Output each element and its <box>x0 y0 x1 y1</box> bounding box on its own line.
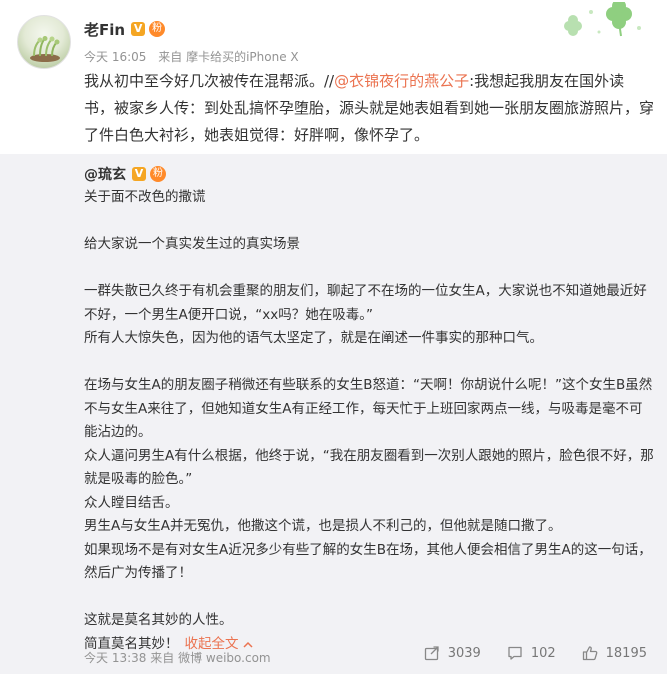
avatar[interactable] <box>17 15 71 69</box>
repost-source[interactable]: 微博 weibo.com <box>178 651 271 665</box>
comment-count: 102 <box>530 645 556 661</box>
share-button[interactable]: 3039 <box>424 645 481 661</box>
post-text: 我从初中至今好几次被传在混帮派。//@衣锦夜行的燕公子:我想起我朋友在国外读书，… <box>84 68 654 149</box>
repost-line: 这就是莫名其妙的人性。 <box>84 612 233 628</box>
post-text-part1: 我从初中至今好几次被传在混帮派。// <box>84 72 335 90</box>
comment-button[interactable]: 102 <box>507 645 556 661</box>
repost-line: 众人瞠目结舌。 <box>84 494 179 511</box>
share-icon <box>424 646 439 661</box>
repost-time[interactable]: 今天 13:38 <box>84 651 146 665</box>
repost-line: 在场与女生A的朋友圈子稍微还有些联系的女生B怒道：“天啊！你胡说什么呢！”这个女… <box>84 377 653 440</box>
mention-link[interactable]: @衣锦夜行的燕公子 <box>334 72 469 90</box>
repost-verified-badge: V <box>132 167 146 181</box>
post-source-prefix: 来自 <box>158 50 183 64</box>
post-username[interactable]: 老Fin <box>84 19 125 40</box>
post-source[interactable]: 摩卡给买的iPhone X <box>186 50 299 64</box>
repost-line: 男生A与女生A并无冤仇，他撒这个谎，也是损人不利己的，但他就是随口撒了。 <box>84 518 562 534</box>
post-meta: 今天 16:05 来自 摩卡给买的iPhone X <box>84 48 299 65</box>
post-author-row: 老Fin V 粉 <box>84 18 166 40</box>
like-count: 18195 <box>605 645 647 661</box>
post-time[interactable]: 今天 16:05 <box>84 50 146 64</box>
repost-line: 如果现场不是有对女生A近况多少有些了解的女生B在场，其他人便会相信了男生A的这一… <box>84 541 652 582</box>
repost-fan-badge: 粉 <box>150 166 166 182</box>
comment-icon <box>508 646 522 660</box>
clover-icon <box>564 2 641 37</box>
like-icon <box>582 646 598 661</box>
repost-author-row: @琉玄 V 粉 <box>84 164 166 184</box>
repost-line: 所有人大惊失色，因为他的语气太坚定了，就是在阐述一件事实的那种口气。 <box>84 330 543 346</box>
repost-username[interactable]: @琉玄 <box>84 164 126 184</box>
original-post: 老Fin V 粉 今天 16:05 来自 摩卡给买的iPhone X 我从初中至… <box>0 0 667 154</box>
like-button[interactable]: 18195 <box>582 645 647 661</box>
repost-line: 众人逼问男生A有什么根据，他终于说，“我在朋友圈看到一次别人跟她的照片，脸色很不… <box>84 447 654 488</box>
repost-body: 关于面不改色的撒谎 给大家说一个真实发生过的真实场景 一群失散已久终于有机会重聚… <box>84 186 654 656</box>
verified-badge: V <box>131 22 146 36</box>
repost-line: 关于面不改色的撒谎 <box>84 189 206 205</box>
fan-badge: 粉 <box>149 21 166 37</box>
reposted-content: @琉玄 V 粉 关于面不改色的撒谎 给大家说一个真实发生过的真实场景 一群失散已… <box>0 154 667 674</box>
repost-meta: 今天 13:38 来自 微博 weibo.com <box>84 649 271 666</box>
repost-actions: 3039 102 18195 <box>398 645 647 661</box>
repost-line: 一群失散已久终于有机会重聚的朋友们，聊起了不在场的一位女生A，大家说也不知道她最… <box>84 283 647 323</box>
share-count: 3039 <box>447 645 481 661</box>
sprout-icon <box>30 36 60 62</box>
repost-footer: 今天 13:38 来自 微博 weibo.com 3039 102 18195 <box>0 640 667 674</box>
repost-source-prefix: 来自 <box>150 651 175 665</box>
repost-line: 给大家说一个真实发生过的真实场景 <box>84 236 300 252</box>
